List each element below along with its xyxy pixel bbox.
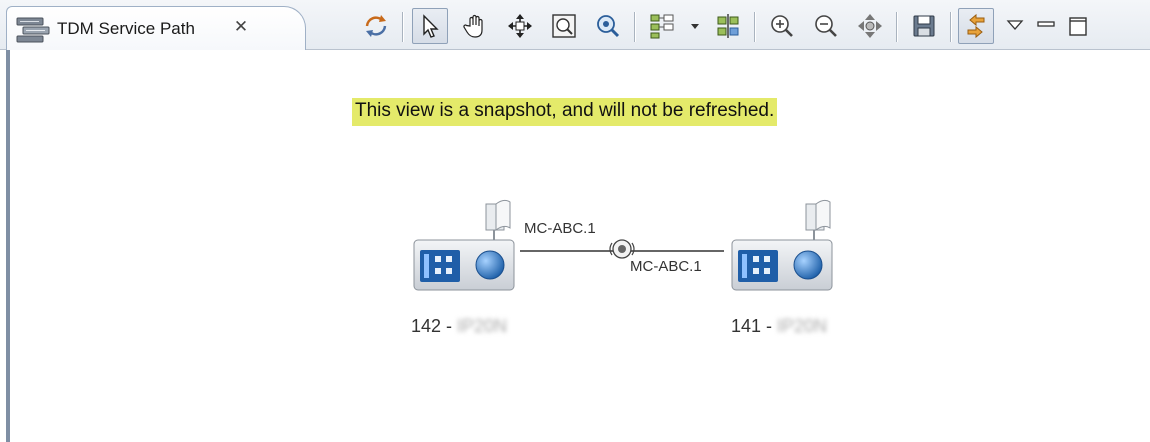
link-label-target: MC-ABC.1 — [630, 258, 702, 275]
node-label-141[interactable]: 141 - IP20N — [731, 316, 827, 337]
device-142-icon — [413, 199, 515, 291]
node-name-blurred: IP20N — [457, 316, 508, 336]
node-label-142[interactable]: 142 - IP20N — [411, 316, 507, 337]
device-141-icon — [731, 199, 833, 291]
node-id: 141 - — [731, 316, 778, 336]
node-name-blurred: IP20N — [777, 316, 828, 336]
topology-diagram-canvas[interactable]: MC-ABC.1 MC-ABC.1 142 - IP20N 141 - IP20… — [0, 0, 1150, 442]
link-connector-icon — [609, 239, 635, 259]
link-label-source: MC-ABC.1 — [524, 220, 596, 237]
node-id: 142 - — [411, 316, 458, 336]
